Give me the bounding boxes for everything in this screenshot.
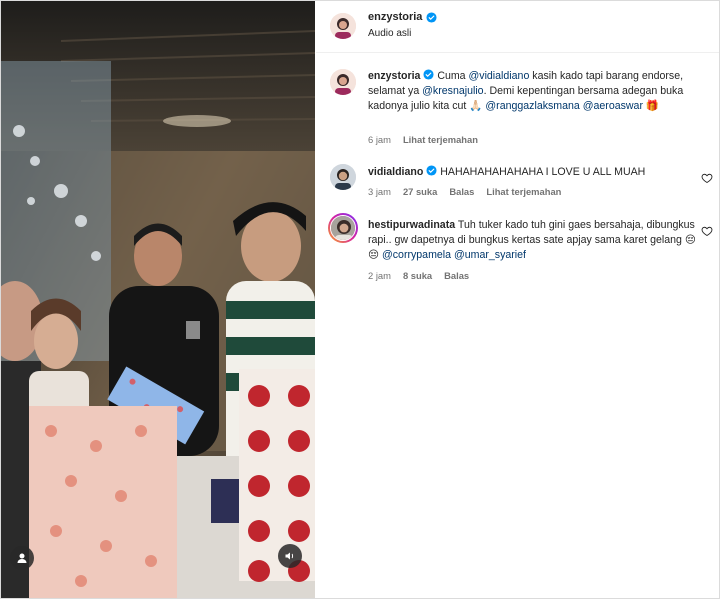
caption-meta: 6 jam Lihat terjemahan (368, 134, 478, 145)
header-username[interactable]: enzystoria (368, 11, 437, 23)
post-header: enzystoria Audio asli (316, 1, 719, 53)
comment-time[interactable]: 2 jam (368, 270, 391, 281)
comment-message: HAHAHAHAHAHAHA I LOVE U ALL MUAH (440, 166, 646, 178)
mention-link[interactable]: @vidialdiano (469, 70, 530, 82)
likes-count[interactable]: 27 suka (403, 186, 437, 197)
mention-link[interactable]: @kresnajulio (422, 85, 483, 97)
caption-part: 🎁 (642, 100, 660, 112)
comment-text: vidialdiano HAHAHAHAHAHAHA I LOVE U ALL … (368, 165, 697, 180)
caption-time[interactable]: 6 jam (368, 134, 391, 145)
caption-text: enzystoria Cuma @vidialdiano kasih kado … (368, 69, 697, 114)
comment-item: hestipurwadinata Tuh tuker kado tuh gini… (316, 213, 719, 285)
avatar[interactable] (330, 164, 356, 190)
comment-meta: 3 jam 27 suka Balas Lihat terjemahan (368, 186, 561, 197)
caption-username[interactable]: enzystoria (368, 70, 420, 82)
comment-item: vidialdiano HAHAHAHAHAHAHA I LOVE U ALL … (316, 161, 719, 201)
heart-outline-icon[interactable] (701, 225, 713, 237)
reel-video[interactable] (1, 1, 315, 598)
avatar[interactable] (328, 213, 358, 243)
audio-label[interactable]: Audio asli (368, 28, 411, 39)
mention-link[interactable]: @umar_syarief (454, 249, 526, 261)
caption-part: Cuma (437, 70, 469, 82)
post-details-panel: enzystoria Audio asli enzystoria Cuma @v… (316, 1, 719, 598)
comment-username[interactable]: vidialdiano (368, 166, 423, 178)
comment-text: hestipurwadinata Tuh tuker kado tuh gini… (368, 218, 697, 263)
heart-outline-icon[interactable] (701, 172, 713, 184)
video-frame-image (1, 1, 315, 598)
see-translation-link[interactable]: Lihat terjemahan (486, 186, 561, 197)
mention-link[interactable]: @corrypamela (382, 249, 451, 261)
comment-time[interactable]: 3 jam (368, 186, 391, 197)
audio-icon[interactable] (278, 544, 302, 568)
verified-badge-icon (423, 69, 434, 80)
reply-button[interactable]: Balas (444, 270, 469, 281)
reply-button[interactable]: Balas (449, 186, 474, 197)
comment-meta: 2 jam 8 suka Balas (368, 270, 469, 281)
verified-badge-icon (426, 11, 437, 23)
see-translation-link[interactable]: Lihat terjemahan (403, 134, 478, 145)
post-caption: enzystoria Cuma @vidialdiano kasih kado … (316, 67, 719, 152)
avatar[interactable] (330, 13, 356, 39)
likes-count[interactable]: 8 suka (403, 270, 432, 281)
user-tag-icon[interactable] (10, 546, 34, 570)
comment-username[interactable]: hestipurwadinata (368, 219, 455, 231)
verified-badge-icon (426, 165, 437, 176)
mention-link[interactable]: @ranggazlaksmana (485, 100, 579, 112)
avatar[interactable] (330, 69, 356, 95)
mention-link[interactable]: @aeroaswar (583, 100, 643, 112)
avatar-image (330, 215, 356, 241)
header-username-text[interactable]: enzystoria (368, 11, 422, 23)
